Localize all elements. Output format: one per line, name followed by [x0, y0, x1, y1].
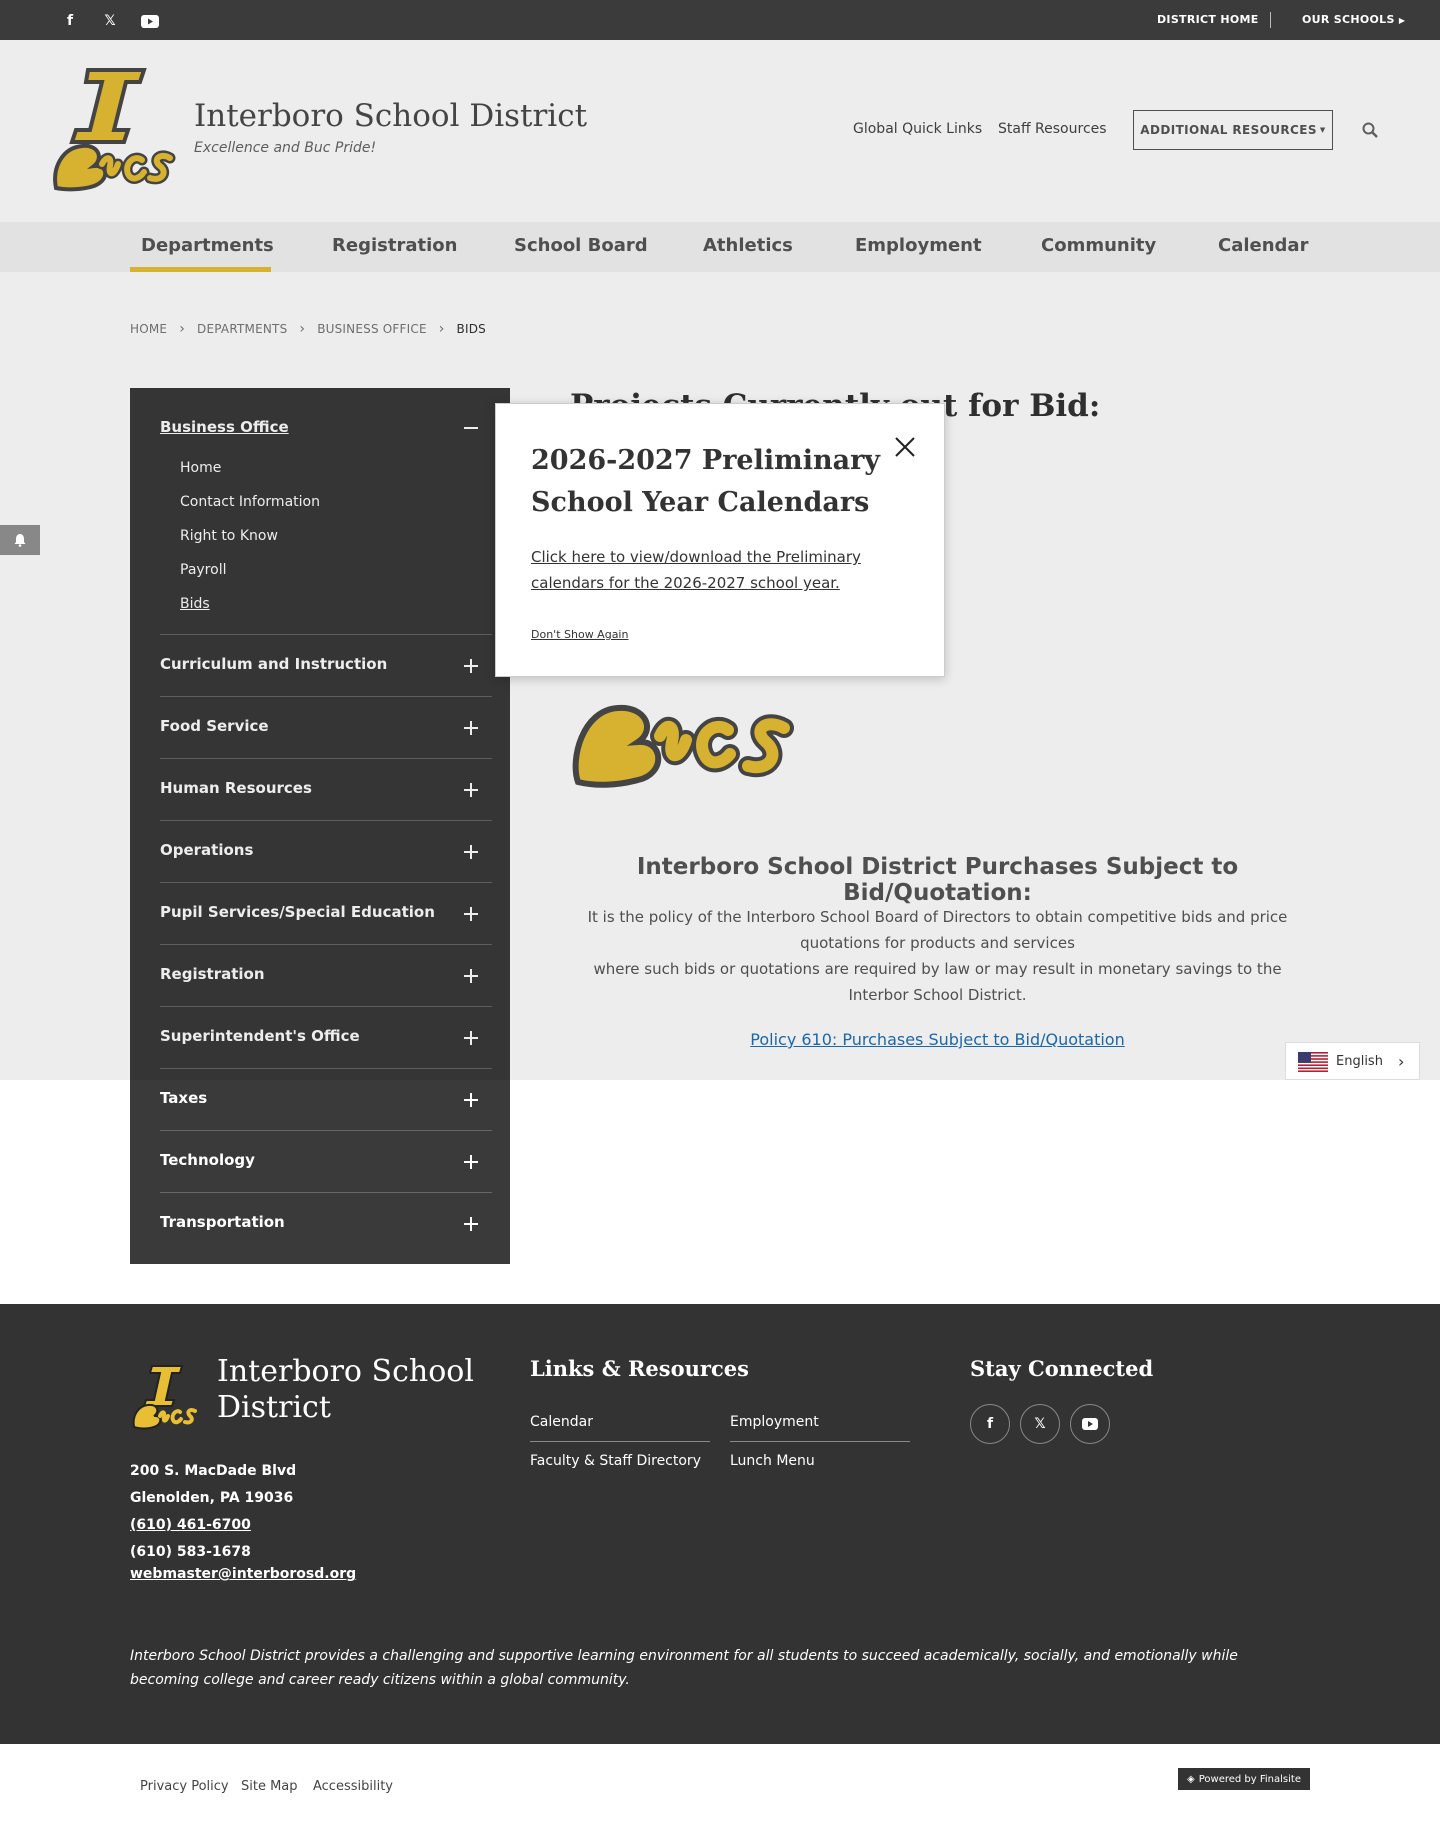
powered-label: Powered by Finalsite — [1198, 1773, 1301, 1785]
district-home-link[interactable]: DISTRICT HOME — [1157, 13, 1259, 26]
sidebar-item-label: Taxes — [160, 1089, 208, 1107]
mission-statement: Interboro School District provides a cha… — [130, 1648, 1238, 1688]
language-label: English — [1336, 1054, 1383, 1069]
language-selector[interactable]: English › — [1285, 1042, 1420, 1080]
dont-show-again-link[interactable]: Don't Show Again — [531, 628, 628, 641]
sidebar-item-label: Technology — [160, 1151, 255, 1169]
close-icon[interactable] — [892, 434, 918, 460]
site-footer: Interboro School District 200 S. MacDade… — [0, 1304, 1440, 1744]
privacy-policy-link[interactable]: Privacy Policy — [140, 1779, 229, 1794]
bell-icon[interactable] — [0, 525, 40, 555]
footer-link-calendar[interactable]: Calendar — [530, 1414, 593, 1430]
utility-bar: f 𝕏 DISTRICT HOME OUR SCHOOLS ▶ — [0, 0, 1440, 40]
footer-title[interactable]: Interboro School District — [217, 1354, 497, 1426]
powered-by-finalsite[interactable]: ◈ Powered by Finalsite — [1178, 1768, 1310, 1790]
facebook-icon[interactable]: f — [970, 1404, 1010, 1444]
our-schools-label: OUR SCHOOLS — [1302, 13, 1395, 26]
divider — [1270, 12, 1271, 28]
calendar-download-link[interactable]: Click here to view/download the Prelimin… — [531, 544, 891, 596]
expand-icon[interactable] — [464, 1217, 478, 1231]
footer-link-staff-directory[interactable]: Faculty & Staff Directory — [530, 1453, 701, 1469]
divider — [530, 1441, 710, 1442]
us-flag-icon — [1298, 1052, 1328, 1072]
sidebar-item-transportation[interactable]: Transportation — [160, 1192, 492, 1254]
accessibility-link[interactable]: Accessibility — [313, 1779, 393, 1794]
caret-right-icon: ▶ — [1398, 16, 1406, 25]
footer-link-employment[interactable]: Employment — [730, 1414, 819, 1430]
footer-phone-link[interactable]: (610) 461-6700 — [130, 1517, 251, 1533]
divider — [730, 1441, 910, 1442]
x-icon[interactable]: 𝕏 — [1020, 1404, 1060, 1444]
stay-connected-heading: Stay Connected — [970, 1356, 1154, 1381]
youtube-icon[interactable] — [1070, 1404, 1110, 1444]
our-schools-menu[interactable]: OUR SCHOOLS ▶ — [1302, 13, 1405, 26]
site-map-link[interactable]: Site Map — [241, 1779, 298, 1794]
footer-fax: (610) 583-1678 — [130, 1544, 251, 1560]
footer-address-line: Glenolden, PA 19036 — [130, 1490, 294, 1506]
sidebar-item-technology[interactable]: Technology — [160, 1130, 492, 1192]
announcement-modal: 2026-2027 Preliminary School Year Calend… — [495, 403, 945, 677]
footer-link-lunch-menu[interactable]: Lunch Menu — [730, 1453, 815, 1469]
chevron-right-icon: › — [1398, 1052, 1405, 1071]
expand-icon[interactable] — [464, 1093, 478, 1107]
footer-email-link[interactable]: webmaster@interborosd.org — [130, 1566, 356, 1582]
x-icon[interactable]: 𝕏 — [99, 10, 121, 32]
footer-address-line: 200 S. MacDade Blvd — [130, 1463, 297, 1479]
sidebar-item-label: Transportation — [160, 1213, 285, 1231]
youtube-icon[interactable] — [139, 10, 161, 32]
facebook-icon[interactable]: f — [59, 10, 81, 32]
expand-icon[interactable] — [464, 1155, 478, 1169]
links-resources-heading: Links & Resources — [530, 1356, 749, 1381]
footer-bucs-logo[interactable] — [130, 1364, 198, 1430]
finalsite-icon: ◈ — [1187, 1773, 1195, 1785]
bottom-bar: Privacy Policy Site Map Accessibility ◈ P… — [0, 1744, 1440, 1844]
modal-title: 2026-2027 Preliminary School Year Calend… — [531, 445, 880, 518]
